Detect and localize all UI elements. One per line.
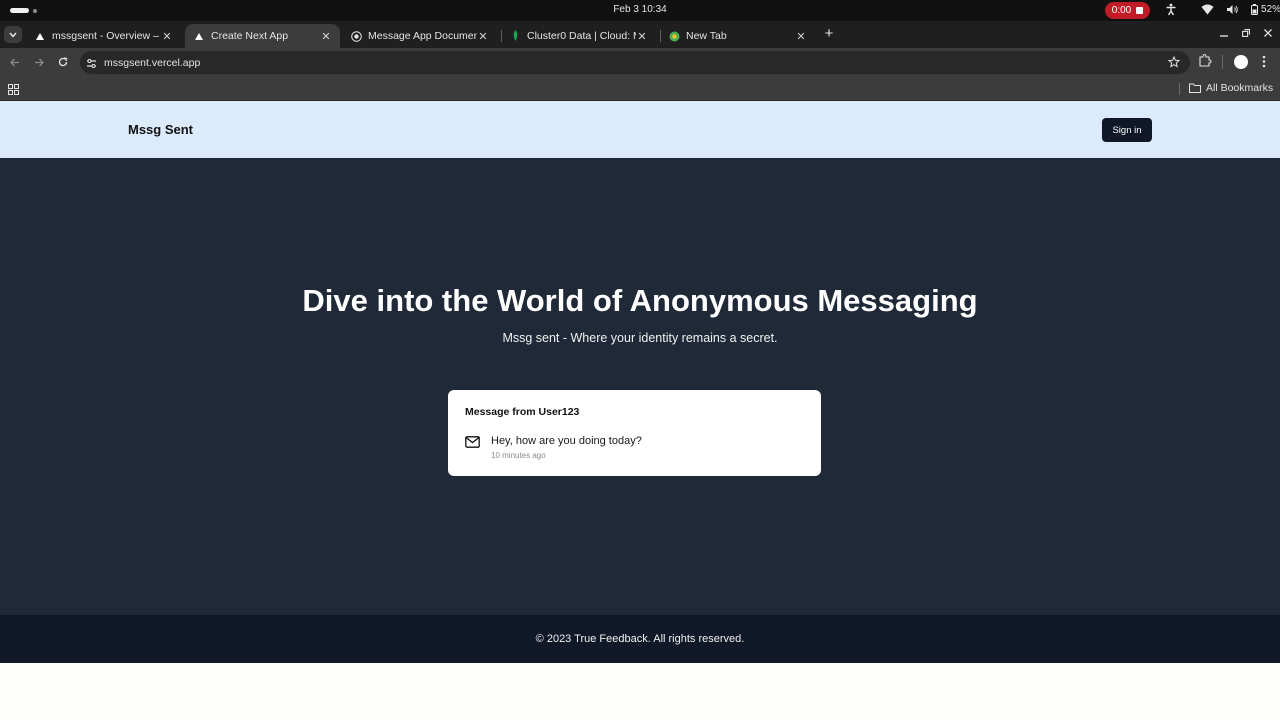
extensions-icon[interactable] xyxy=(1198,53,1212,72)
url-text[interactable]: mssgsent.vercel.app xyxy=(104,57,200,69)
folder-icon xyxy=(1189,83,1201,93)
message-card-title: Message from User123 xyxy=(465,406,580,418)
site-brand[interactable]: Mssg Sent xyxy=(128,122,193,137)
address-bar[interactable]: mssgsent.vercel.app xyxy=(80,51,1190,74)
site-footer: © 2023 True Feedback. All rights reserve… xyxy=(0,615,1280,663)
battery-icon xyxy=(1251,4,1258,15)
tab-title: Message App Documenta xyxy=(368,30,477,42)
tab-create-next-app[interactable]: Create Next App ✕ xyxy=(185,24,340,48)
tab-new-tab[interactable]: New Tab ✕ xyxy=(660,24,815,48)
close-icon[interactable]: ✕ xyxy=(477,30,489,43)
close-icon[interactable]: ✕ xyxy=(161,30,173,43)
chrome-icon xyxy=(668,30,680,42)
battery-percent: 52% xyxy=(1261,4,1280,15)
forward-button[interactable] xyxy=(30,53,48,71)
bookmarks-bar: All Bookmarks xyxy=(0,77,1280,101)
apps-grid-icon[interactable] xyxy=(8,82,19,100)
toolbar-separator xyxy=(1222,55,1223,69)
arrow-left-icon xyxy=(10,58,19,66)
tab-title: Cluster0 Data | Cloud: M xyxy=(527,30,636,42)
hero-subtitle: Mssg sent - Where your identity remains … xyxy=(502,331,778,345)
tab-title: mssgsent - Overview – Ve xyxy=(52,30,161,42)
tab-cluster0-data[interactable]: Cluster0 Data | Cloud: M ✕ xyxy=(501,24,656,48)
message-timestamp: 10 minutes ago xyxy=(491,451,546,460)
restore-icon xyxy=(1242,29,1250,37)
tab-mssgsent-overview[interactable]: mssgsent - Overview – Ve ✕ xyxy=(26,24,181,48)
arrow-right-icon xyxy=(35,58,44,66)
vercel-icon xyxy=(34,30,46,42)
volume-icon xyxy=(1226,4,1239,15)
all-bookmarks-label: All Bookmarks xyxy=(1206,82,1274,94)
bookmark-star-icon[interactable] xyxy=(1167,55,1181,73)
mail-icon xyxy=(465,435,480,453)
footer-copyright: © 2023 True Feedback. All rights reserve… xyxy=(535,633,745,645)
more-menu-icon[interactable] xyxy=(1262,55,1266,73)
tab-title: Create Next App xyxy=(211,30,289,42)
hero-title: Dive into the World of Anonymous Messagi… xyxy=(302,283,978,318)
tab-title: New Tab xyxy=(686,30,727,42)
accessibility-icon xyxy=(1165,3,1177,16)
tab-message-app-docs[interactable]: Message App Documenta ✕ xyxy=(342,24,497,48)
tab-search-button[interactable] xyxy=(4,26,22,43)
vercel-icon xyxy=(193,30,205,42)
minimize-icon xyxy=(1220,35,1228,37)
reload-icon xyxy=(58,57,68,67)
maximize-button[interactable] xyxy=(1237,25,1255,43)
bookmarks-separator xyxy=(1179,83,1180,95)
profile-avatar[interactable] xyxy=(1234,55,1248,74)
close-icon[interactable]: ✕ xyxy=(795,30,807,43)
hero-section: Dive into the World of Anonymous Messagi… xyxy=(0,158,1280,615)
reload-button[interactable] xyxy=(54,53,72,71)
battery-status: 52% xyxy=(1251,4,1280,15)
minimize-button[interactable] xyxy=(1215,25,1233,43)
browser-toolbar: mssgsent.vercel.app xyxy=(0,48,1280,77)
system-status-area[interactable]: 52% xyxy=(1165,3,1280,16)
new-tab-button[interactable]: + xyxy=(820,25,838,43)
close-icon[interactable]: ✕ xyxy=(320,30,332,43)
recording-time: 0:00 xyxy=(1111,5,1132,16)
browser-tab-strip: mssgsent - Overview – Ve ✕ Create Next A… xyxy=(0,21,1280,48)
site-info-icon[interactable] xyxy=(86,56,97,74)
close-icon xyxy=(1264,29,1272,37)
globe-icon xyxy=(350,30,362,42)
sign-in-button[interactable]: Sign in xyxy=(1102,118,1152,142)
stop-icon xyxy=(1136,7,1144,14)
message-card[interactable]: Message from User123 Hey, how are you do… xyxy=(448,390,821,476)
screen-recording-indicator[interactable]: 0:00 xyxy=(1105,2,1150,19)
close-icon[interactable]: ✕ xyxy=(636,30,648,43)
os-top-bar: Feb 3 10:34 0:00 52% xyxy=(0,0,1280,21)
chevron-down-icon xyxy=(9,32,17,38)
message-text: Hey, how are you doing today? xyxy=(491,435,642,447)
site-navbar: Mssg Sent Sign in xyxy=(0,101,1280,158)
wifi-icon xyxy=(1201,4,1214,15)
all-bookmarks-button[interactable]: All Bookmarks xyxy=(1189,82,1273,94)
back-button[interactable] xyxy=(6,53,24,71)
os-clock[interactable]: Feb 3 10:34 xyxy=(0,4,1280,15)
mongodb-leaf-icon xyxy=(509,30,521,42)
close-window-button[interactable] xyxy=(1259,25,1277,43)
